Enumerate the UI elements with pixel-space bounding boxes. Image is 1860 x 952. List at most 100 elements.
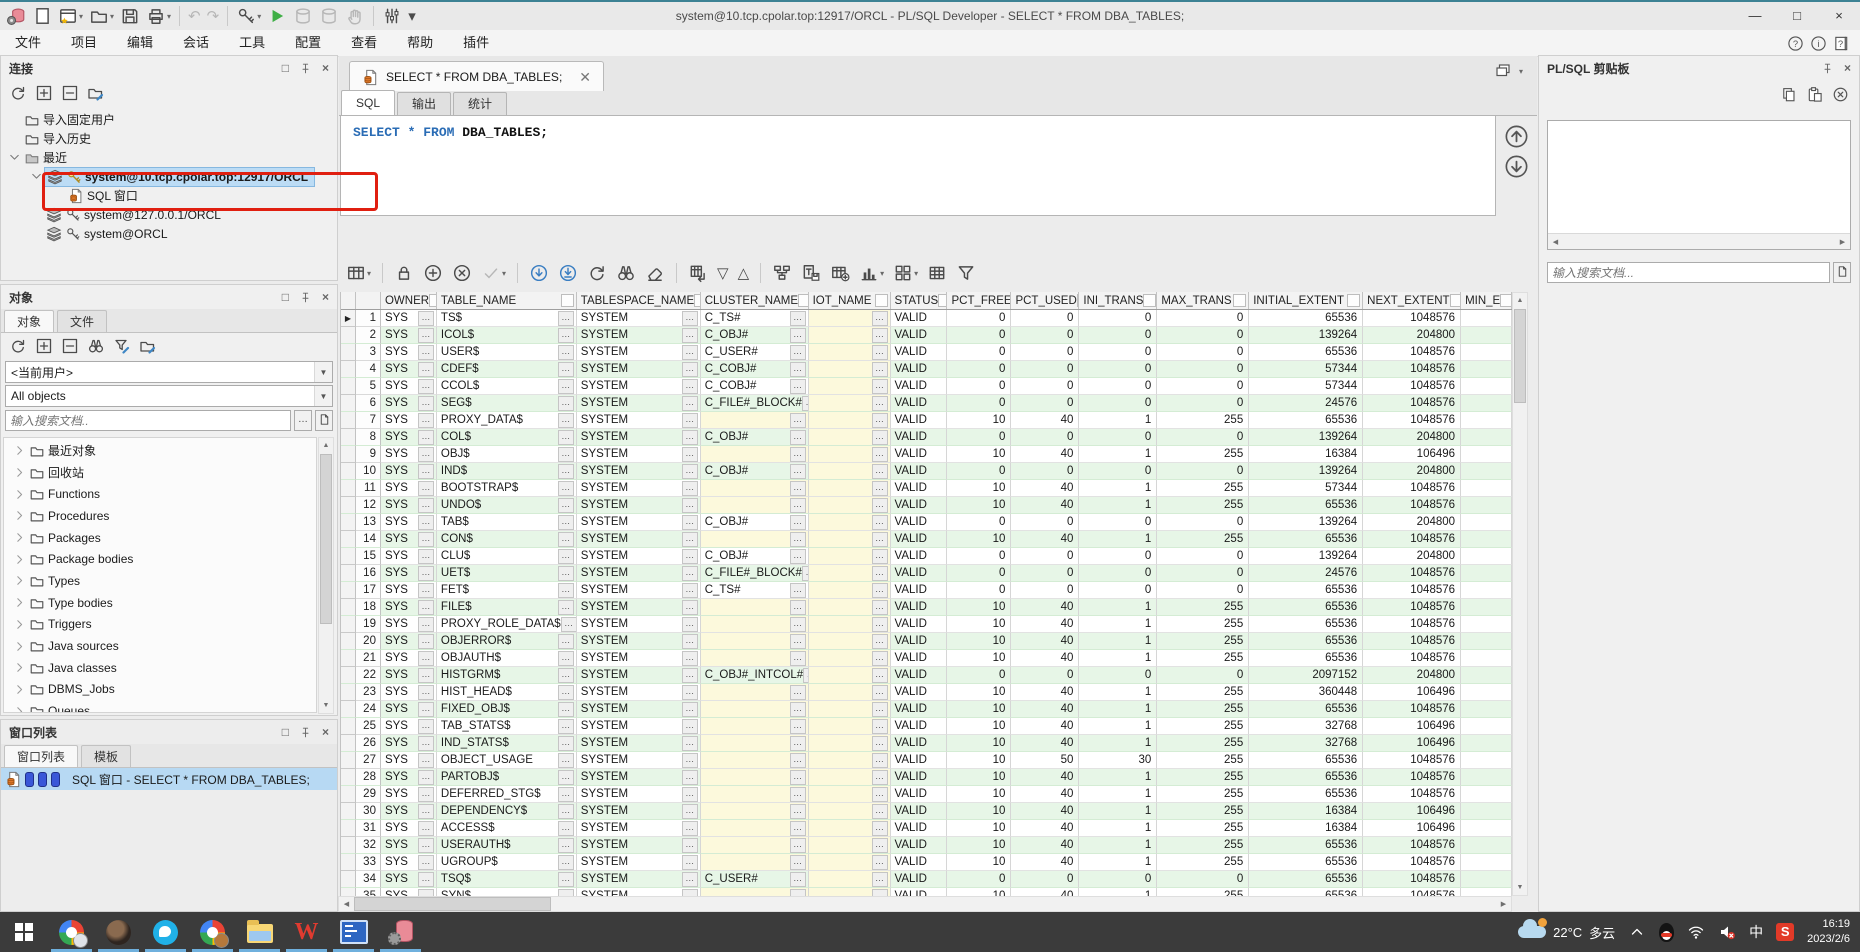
cell-cluster_name[interactable]: …	[701, 701, 809, 718]
cell-pct_used[interactable]: 40	[1011, 633, 1079, 650]
cell-pct_used[interactable]: 40	[1011, 684, 1079, 701]
cell-pct_used[interactable]: 0	[1011, 582, 1079, 599]
cell-max_trans[interactable]: 0	[1157, 429, 1249, 446]
cell-tablespace_name[interactable]: SYSTEM…	[577, 871, 701, 888]
row-marker-cell[interactable]	[341, 395, 356, 412]
row-marker-cell[interactable]	[341, 514, 356, 531]
cell-owner[interactable]: SYS…	[381, 344, 437, 361]
cell-ellipsis-button[interactable]: …	[558, 736, 574, 751]
sql-editor[interactable]: SELECT * FROM DBA_TABLES;	[340, 115, 1496, 216]
chevron-right-icon[interactable]	[12, 682, 27, 697]
cell-ellipsis-button[interactable]: …	[418, 668, 434, 683]
row-marker-cell[interactable]	[341, 701, 356, 718]
row-number-cell[interactable]: 14	[356, 531, 381, 548]
cell-pct_used[interactable]: 40	[1011, 446, 1079, 463]
cell-pct_used[interactable]: 40	[1011, 735, 1079, 752]
cell-tablespace_name[interactable]: SYSTEM…	[577, 310, 701, 327]
cell-pct_used[interactable]: 0	[1011, 871, 1079, 888]
cell-min_extents[interactable]	[1461, 429, 1512, 446]
scroll-up-icon[interactable]: ▲	[1513, 293, 1527, 308]
cell-initial_extent[interactable]: 16384	[1249, 820, 1363, 837]
tab-窗口列表[interactable]: 窗口列表	[4, 745, 78, 767]
help-book-icon[interactable]: ?	[1833, 35, 1850, 52]
row-marker-cell[interactable]	[341, 446, 356, 463]
cell-cluster_name[interactable]: …	[701, 412, 809, 429]
cell-ellipsis-button[interactable]: …	[418, 685, 434, 700]
cell-ellipsis-button[interactable]: …	[790, 787, 806, 802]
object-tree-item[interactable]: Triggers	[4, 614, 316, 636]
cell-ellipsis-button[interactable]: …	[872, 515, 888, 530]
cell-next_extent[interactable]: 106496	[1363, 684, 1461, 701]
cell-initial_extent[interactable]: 65536	[1249, 871, 1363, 888]
cell-min_extents[interactable]	[1461, 820, 1512, 837]
chevron-right-icon[interactable]	[12, 617, 27, 632]
edit-folders-button[interactable]	[87, 84, 105, 102]
cell-tablespace_name[interactable]: SYSTEM…	[577, 395, 701, 412]
cell-ini_trans[interactable]: 1	[1079, 531, 1157, 548]
cell-initial_extent[interactable]: 65536	[1249, 531, 1363, 548]
cell-cluster_name[interactable]: C_COBJ#…	[701, 378, 809, 395]
cell-tablespace_name[interactable]: SYSTEM…	[577, 497, 701, 514]
clipboard-content[interactable]: ◀ ▶	[1547, 120, 1851, 250]
menu-项目[interactable]: 项目	[56, 30, 112, 56]
row-number-cell[interactable]: 29	[356, 786, 381, 803]
row-number-cell[interactable]: 23	[356, 684, 381, 701]
cell-owner[interactable]: SYS…	[381, 769, 437, 786]
cell-ellipsis-button[interactable]: …	[558, 396, 574, 411]
cell-max_trans[interactable]: 255	[1157, 480, 1249, 497]
cell-max_trans[interactable]: 255	[1157, 837, 1249, 854]
taskbar-app-blue-window-app[interactable]	[330, 912, 377, 952]
cell-next_extent[interactable]: 1048576	[1363, 310, 1461, 327]
cell-ellipsis-button[interactable]: …	[418, 328, 434, 343]
cell-ellipsis-button[interactable]: …	[682, 430, 698, 445]
tab-对象[interactable]: 对象	[4, 310, 54, 332]
logon-button[interactable]: ▾	[234, 4, 263, 28]
cell-ellipsis-button[interactable]: …	[682, 804, 698, 819]
objects-folders-button[interactable]	[139, 337, 157, 355]
cell-table_name[interactable]: IND$…	[437, 463, 577, 480]
cell-status[interactable]: VALID	[891, 616, 948, 633]
cell-max_trans[interactable]: 255	[1157, 599, 1249, 616]
chevron-down-icon[interactable]: ▾	[1519, 67, 1523, 76]
row-number-cell[interactable]: 11	[356, 480, 381, 497]
cell-ini_trans[interactable]: 30	[1079, 752, 1157, 769]
cell-owner[interactable]: SYS…	[381, 548, 437, 565]
window-layout-icon[interactable]	[1494, 62, 1512, 80]
row-marker-cell[interactable]	[341, 582, 356, 599]
cell-initial_extent[interactable]: 65536	[1249, 633, 1363, 650]
cell-min_extents[interactable]	[1461, 769, 1512, 786]
chevron-down-icon[interactable]	[7, 150, 22, 165]
cell-cluster_name[interactable]: …	[701, 718, 809, 735]
cell-table_name[interactable]: OBJ$…	[437, 446, 577, 463]
cell-initial_extent[interactable]: 65536	[1249, 837, 1363, 854]
cell-pct_free[interactable]: 10	[947, 633, 1011, 650]
tab-输出[interactable]: 输出	[397, 92, 451, 115]
cell-table_name[interactable]: DEPENDENCY$…	[437, 803, 577, 820]
cell-table_name[interactable]: DEFERRED_STG$…	[437, 786, 577, 803]
cell-pct_free[interactable]: 10	[947, 718, 1011, 735]
cell-next_extent[interactable]: 1048576	[1363, 633, 1461, 650]
commit-button[interactable]	[291, 4, 315, 28]
cell-owner[interactable]: SYS…	[381, 616, 437, 633]
cell-owner[interactable]: SYS…	[381, 871, 437, 888]
cell-status[interactable]: VALID	[891, 837, 948, 854]
cell-next_extent[interactable]: 1048576	[1363, 480, 1461, 497]
collapse-all-objects-button[interactable]	[61, 337, 79, 355]
cell-min_extents[interactable]	[1461, 361, 1512, 378]
chevron-right-icon[interactable]	[12, 487, 27, 502]
cell-min_extents[interactable]	[1461, 650, 1512, 667]
cell-ellipsis-button[interactable]: …	[418, 889, 434, 897]
cell-cluster_name[interactable]: C_USER#…	[701, 871, 809, 888]
cell-iot_name[interactable]: …	[809, 361, 891, 378]
clipboard-clear-button[interactable]	[1832, 86, 1849, 103]
cell-cluster_name[interactable]: C_OBJ#…	[701, 514, 809, 531]
cell-next_extent[interactable]: 1048576	[1363, 582, 1461, 599]
cell-initial_extent[interactable]: 139264	[1249, 463, 1363, 480]
document-tab[interactable]: SELECT * FROM DBA_TABLES; ✕	[349, 61, 604, 92]
cell-ellipsis-button[interactable]: …	[872, 889, 888, 897]
cell-min_extents[interactable]	[1461, 310, 1512, 327]
cell-ellipsis-button[interactable]: …	[418, 396, 434, 411]
cell-pct_free[interactable]: 10	[947, 854, 1011, 871]
cell-status[interactable]: VALID	[891, 310, 948, 327]
rollback-button[interactable]	[317, 4, 341, 28]
